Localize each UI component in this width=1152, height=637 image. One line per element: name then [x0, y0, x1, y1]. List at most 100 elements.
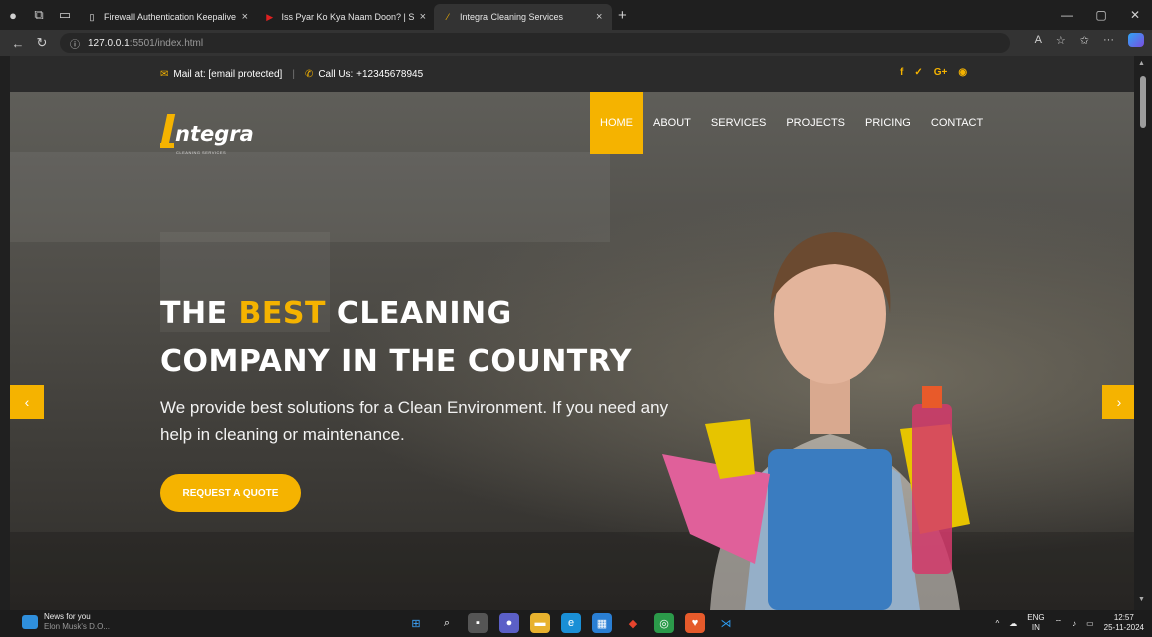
- title-accent: BEST: [238, 296, 326, 331]
- search-icon[interactable]: ⌕: [437, 613, 457, 633]
- hero-description: We provide best solutions for a Clean En…: [160, 398, 669, 444]
- info-icon[interactable]: ⓘ: [70, 36, 80, 51]
- volume-icon[interactable]: ♪: [1072, 619, 1076, 628]
- hero-title-line1: THE BEST CLEANING: [160, 290, 632, 338]
- onedrive-icon[interactable]: ☁: [1009, 619, 1017, 628]
- clock-date: 25-11-2024: [1103, 623, 1144, 632]
- meet-icon[interactable]: ●: [499, 613, 519, 633]
- hero-title-line2: COMPANY IN THE COUNTRY: [160, 344, 632, 379]
- call-info: ✆ Call Us: +12345678945: [305, 69, 423, 80]
- tab-youtube[interactable]: ▶ Iss Pyar Ko Kya Naam Doon? | Se ×: [256, 4, 434, 30]
- close-icon[interactable]: ×: [596, 11, 602, 23]
- page-scrollbar[interactable]: ▲ ▼: [1134, 56, 1152, 610]
- nav-projects[interactable]: PROJECTS: [776, 92, 855, 154]
- google-plus-icon[interactable]: G+: [934, 67, 948, 78]
- news-icon: [22, 615, 38, 629]
- facebook-icon[interactable]: f: [900, 67, 903, 78]
- logo-subtext: CLEANING SERVICES: [176, 150, 227, 155]
- read-aloud-icon[interactable]: A: [1035, 34, 1042, 46]
- topbar-separator: |: [292, 68, 295, 80]
- file-explorer-icon[interactable]: ▬: [530, 613, 550, 633]
- news-widget[interactable]: News for you Elon Musk's D.O...: [22, 612, 110, 632]
- edge-icon[interactable]: e: [561, 613, 581, 633]
- hero-carousel: ntegra CLEANING SERVICES HOME ABOUT SERV…: [10, 92, 1134, 610]
- integra-favicon: ⁄: [447, 12, 449, 22]
- wifi-icon[interactable]: ⌔: [1055, 618, 1063, 628]
- close-window-icon[interactable]: ✕: [1118, 0, 1152, 30]
- request-quote-button[interactable]: REQUEST A QUOTE: [160, 474, 301, 512]
- lang-bottom: IN: [1031, 623, 1040, 632]
- news-subtitle: Elon Musk's D.O...: [44, 622, 110, 631]
- tab-label: Iss Pyar Ko Kya Naam Doon? | Se: [281, 12, 414, 22]
- clock[interactable]: 12:57 25-11-2024: [1104, 613, 1144, 633]
- favorites-icon[interactable]: ✩: [1080, 34, 1089, 47]
- url-host: 127.0.0.1: [88, 37, 130, 49]
- taskbar-apps: ⊞ ⌕ ▪ ● ▬ e ▦ ◆ ◎ ♥ ⋊: [406, 613, 736, 633]
- background-cabinet: [10, 152, 610, 242]
- logo-mark-icon: [160, 112, 174, 148]
- copilot-icon[interactable]: [1128, 33, 1144, 47]
- new-tab-button[interactable]: +: [618, 7, 627, 24]
- url-path: :5501/index.html: [129, 37, 204, 49]
- system-tray: ^ ☁ ENG IN ⌔ ♪ ▭ 12:57 25-11-2024: [995, 613, 1144, 633]
- scroll-down-icon[interactable]: ▼: [1138, 596, 1145, 603]
- tab-firewall[interactable]: ▯ Firewall Authentication Keepalive ×: [78, 4, 256, 30]
- scrollbar-thumb[interactable]: [1140, 76, 1146, 128]
- close-icon[interactable]: ×: [242, 11, 248, 23]
- nav-services[interactable]: SERVICES: [701, 92, 776, 154]
- close-icon[interactable]: ×: [420, 11, 426, 23]
- scroll-up-icon[interactable]: ▲: [1138, 60, 1145, 67]
- twitter-icon[interactable]: ✓: [914, 67, 922, 78]
- language-indicator[interactable]: ENG IN: [1027, 613, 1044, 633]
- restore-icon[interactable]: ▢: [1084, 0, 1118, 30]
- carousel-next-button[interactable]: ›: [1102, 385, 1134, 419]
- site-logo[interactable]: ntegra CLEANING SERVICES: [160, 112, 254, 155]
- youtube-icon: ▶: [266, 11, 274, 22]
- workspaces-icon[interactable]: ⧉: [26, 0, 52, 30]
- more-icon[interactable]: ···: [1103, 34, 1114, 46]
- address-bar[interactable]: ⓘ 127.0.0.1:5501/index.html: [60, 33, 1010, 53]
- envelope-icon: ✉: [160, 68, 169, 80]
- logo-text: ntegra: [175, 122, 254, 146]
- task-view-icon[interactable]: ▪: [468, 613, 488, 633]
- battery-icon[interactable]: ▭: [1086, 619, 1094, 628]
- nav-contact[interactable]: CONTACT: [921, 92, 993, 154]
- chrome-icon[interactable]: ◎: [654, 613, 674, 633]
- favorite-star-icon[interactable]: ☆: [1056, 34, 1066, 47]
- clock-time: 12:57: [1113, 613, 1134, 622]
- profile-icon[interactable]: ●: [0, 0, 26, 30]
- main-nav: HOME ABOUT SERVICES PROJECTS PRICING CON…: [590, 92, 993, 154]
- windows-taskbar: News for you Elon Musk's D.O... ⊞ ⌕ ▪ ● …: [0, 610, 1152, 637]
- nav-home[interactable]: HOME: [590, 92, 643, 154]
- minimize-icon[interactable]: —: [1050, 0, 1084, 30]
- news-title: News for you: [44, 612, 91, 621]
- hero-title: THE BEST CLEANING COMPANY IN THE COUNTRY: [160, 290, 632, 386]
- phone-icon: ✆: [304, 68, 314, 80]
- call-label: Call Us: +12345678945: [318, 68, 424, 80]
- refresh-icon[interactable]: ↻: [30, 35, 54, 51]
- nav-about[interactable]: ABOUT: [643, 92, 701, 154]
- store-icon[interactable]: ▦: [592, 613, 612, 633]
- git-icon[interactable]: ◆: [623, 613, 643, 633]
- page-icon: ▯: [89, 11, 95, 22]
- title-pre: THE: [160, 296, 239, 331]
- carousel-prev-button[interactable]: ‹: [10, 385, 44, 419]
- lang-top: ENG: [1027, 613, 1045, 622]
- vscode-icon[interactable]: ⋊: [716, 613, 736, 633]
- contact-topbar: ✉ Mail at: [email protected] | ✆ Call Us…: [10, 56, 1134, 92]
- tab-actions-icon[interactable]: ▭: [52, 0, 78, 30]
- tab-integra[interactable]: ⁄ Integra Cleaning Services ×: [434, 4, 612, 30]
- cleaning-woman-image: [662, 232, 970, 610]
- tab-label: Firewall Authentication Keepalive: [103, 12, 236, 22]
- title-post: CLEANING: [325, 296, 512, 331]
- nav-pricing[interactable]: PRICING: [855, 92, 921, 154]
- back-icon[interactable]: ←: [6, 36, 30, 51]
- browser-toolbar: ← ↻ ⓘ 127.0.0.1:5501/index.html A ☆ ✩ ··…: [0, 30, 1152, 56]
- browser-tab-strip: ● ⧉ ▭ ▯ Firewall Authentication Keepaliv…: [0, 0, 1152, 30]
- mail-label[interactable]: Mail at: [email protected]: [173, 69, 282, 80]
- tray-overflow-icon[interactable]: ^: [995, 619, 999, 628]
- brave-icon[interactable]: ♥: [685, 613, 705, 633]
- dribbble-icon[interactable]: ◉: [958, 67, 967, 78]
- start-icon[interactable]: ⊞: [406, 613, 426, 633]
- page-viewport: ✉ Mail at: [email protected] | ✆ Call Us…: [10, 56, 1134, 610]
